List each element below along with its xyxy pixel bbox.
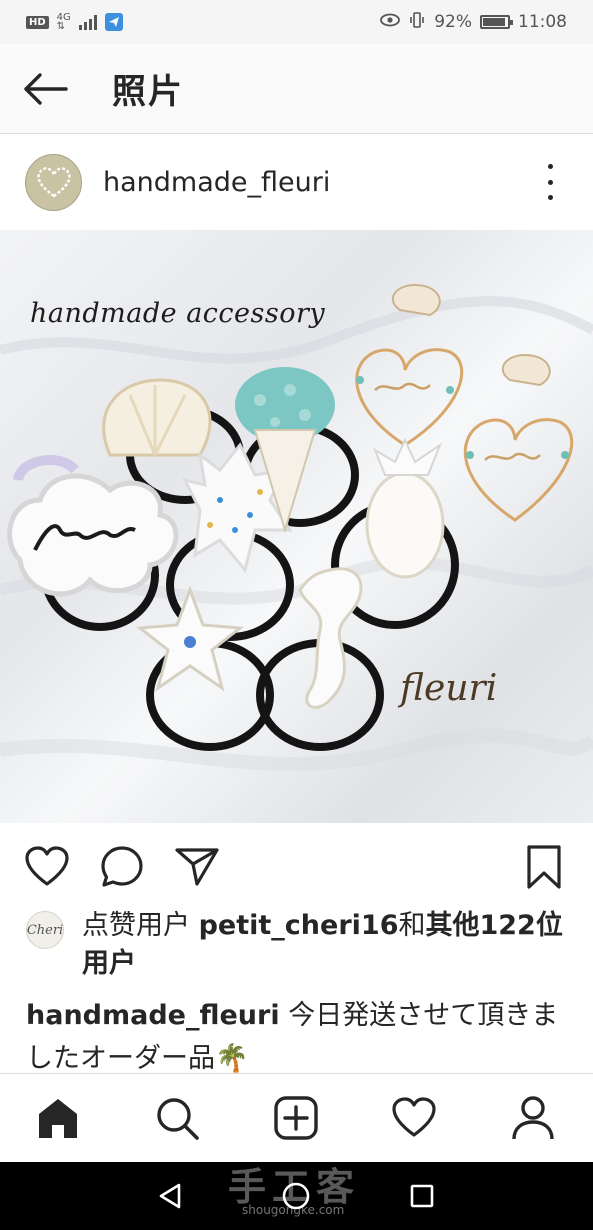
share-button[interactable] — [173, 843, 221, 891]
status-bar-right: 92% 11:08 — [380, 11, 567, 34]
bookmark-icon — [527, 845, 561, 889]
vibrate-icon — [408, 11, 426, 34]
nav-search[interactable] — [151, 1092, 203, 1144]
likes-summary: Cheri 点赞用户 petit_cheri16和其他122位用户 — [26, 907, 566, 983]
system-back-button[interactable] — [149, 1175, 191, 1217]
back-button[interactable] — [0, 44, 90, 134]
network-arrows: ⇅ — [56, 21, 66, 32]
post-photo[interactable]: handmade accessory fleuri — [0, 230, 593, 823]
likes-joiner: 和 — [398, 910, 426, 941]
nav-activity[interactable] — [388, 1092, 440, 1144]
status-bar: HD 4G ⇅ 92% 11:08 — [0, 0, 593, 44]
home-icon — [39, 1099, 77, 1138]
photo-caption-text: handmade accessory — [30, 298, 326, 329]
photo-signature-text: fleuri — [400, 668, 498, 709]
bottom-navigation — [0, 1073, 593, 1162]
like-button[interactable] — [23, 843, 71, 891]
post-caption: handmade_fleuri 今日発送させて頂きましたオーダー品🌴 — [26, 994, 566, 1080]
hd-badge: HD — [26, 15, 49, 29]
caption-username[interactable]: handmade_fleuri — [26, 1000, 280, 1031]
likes-prefix: 点赞用户 — [82, 910, 199, 941]
square-recents-icon — [410, 1184, 434, 1208]
save-button[interactable] — [520, 843, 568, 891]
post-actions — [0, 823, 593, 907]
triangle-back-icon — [159, 1183, 181, 1209]
app-bar: 照片 — [0, 44, 593, 134]
add-post-icon — [274, 1096, 318, 1140]
eye-icon — [380, 12, 401, 32]
nav-home[interactable] — [32, 1092, 84, 1144]
liker-username[interactable]: petit_cheri16 — [199, 910, 399, 941]
paper-plane-icon — [175, 848, 219, 886]
liker-avatar[interactable]: Cheri — [26, 911, 64, 949]
more-dot — [547, 179, 553, 185]
heart-wreath-icon — [36, 167, 71, 198]
likes-row: Cheri 点赞用户 petit_cheri16和其他122位用户 — [26, 907, 566, 983]
signal-icon — [78, 14, 97, 30]
heart-icon — [392, 1097, 436, 1137]
battery-icon — [480, 15, 513, 29]
post-header: handmade_fleuri — [0, 134, 593, 230]
heart-icon — [25, 846, 69, 886]
page-title: 照片 — [112, 72, 184, 112]
more-options-button[interactable] — [543, 164, 557, 200]
search-icon — [157, 1098, 199, 1140]
more-vertical-icon — [547, 164, 553, 169]
battery-fill — [483, 18, 506, 26]
status-bar-left: HD 4G ⇅ — [26, 13, 123, 32]
battery-percent: 92% — [434, 12, 472, 32]
comment-button[interactable] — [98, 843, 146, 891]
nav-profile[interactable] — [507, 1092, 559, 1144]
system-recents-button[interactable] — [401, 1175, 443, 1217]
profile-icon — [512, 1096, 554, 1140]
post-username[interactable]: handmade_fleuri — [103, 167, 330, 198]
likes-text[interactable]: 点赞用户 petit_cheri16和其他122位用户 — [82, 907, 566, 983]
avatar[interactable] — [25, 153, 82, 211]
comment-icon — [101, 846, 143, 887]
watermark-url: shougongke.com — [242, 1203, 345, 1217]
nav-add-post[interactable] — [270, 1092, 322, 1144]
clock: 11:08 — [518, 12, 567, 32]
more-dot — [547, 195, 553, 200]
arrow-left-icon — [24, 72, 68, 105]
telegram-icon — [104, 13, 123, 31]
network-type: 4G ⇅ — [56, 13, 71, 32]
